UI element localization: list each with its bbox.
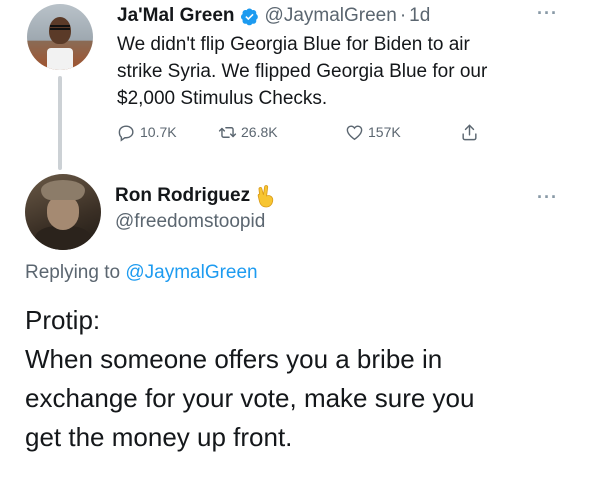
tweet1-text-line: We didn't flip Georgia Blue for Biden to… xyxy=(117,34,470,55)
tweet2-author-name[interactable]: Ron Rodriguez xyxy=(115,185,250,207)
reply-icon xyxy=(118,124,134,142)
avatar-glasses xyxy=(50,25,70,30)
tweet-thread: Ja'Mal Green @JaymalGreen · 1d ··· We di… xyxy=(0,0,590,480)
share-button[interactable] xyxy=(460,121,483,143)
avatar-face xyxy=(47,196,79,230)
replying-to-line: Replying to @JaymalGreen xyxy=(25,262,258,284)
tweet1-author-name[interactable]: Ja'Mal Green xyxy=(117,5,235,27)
replying-prefix: Replying to xyxy=(25,262,126,283)
tweet1-timestamp[interactable]: 1d xyxy=(409,5,430,27)
avatar-hat xyxy=(41,180,85,200)
avatar-shirt xyxy=(47,48,73,70)
thread-connector-line xyxy=(58,76,62,170)
tweet1-handle[interactable]: @JaymalGreen xyxy=(265,5,397,27)
tweet2-text-line: exchange for your vote, make sure you xyxy=(25,383,475,413)
tweet2-text-line: get the money up front. xyxy=(25,422,293,452)
retweet-button[interactable]: 26.8K xyxy=(218,121,278,143)
heart-icon xyxy=(346,124,363,140)
reply-button[interactable]: 10.7K xyxy=(117,121,177,143)
replying-to-link[interactable]: @JaymalGreen xyxy=(125,262,257,283)
tweet1-text-line: strike Syria. We flipped Georgia Blue fo… xyxy=(117,61,488,82)
retweet-count: 26.8K xyxy=(241,124,278,140)
retweet-icon xyxy=(218,126,237,138)
avatar-jamal-green[interactable] xyxy=(27,4,93,70)
tweet1-text: We didn't flip Georgia Blue for Biden to… xyxy=(117,31,572,112)
tweet1-text-line: $2,000 Stimulus Checks. xyxy=(117,88,328,109)
like-count: 157K xyxy=(368,124,401,140)
tweet2-handle[interactable]: @freedomstoopid xyxy=(115,211,265,233)
victory-hand-icon xyxy=(257,185,274,208)
tweet2-text-line: When someone offers you a bribe in xyxy=(25,344,443,374)
share-icon xyxy=(462,124,477,140)
reply-count: 10.7K xyxy=(140,124,177,140)
tweet1-header: Ja'Mal Green @JaymalGreen · 1d xyxy=(117,4,430,28)
avatar-ron-rodriguez[interactable] xyxy=(25,174,101,250)
avatar-face xyxy=(49,17,71,44)
tweet2-author: Ron Rodriguez xyxy=(115,184,276,208)
tweet2-more-menu-icon[interactable]: ··· xyxy=(537,188,558,206)
like-button[interactable]: 157K xyxy=(345,121,401,143)
tweet2-text-line: Protip: xyxy=(25,305,101,335)
verified-badge-icon xyxy=(240,7,258,25)
tweet1-more-menu-icon[interactable]: ··· xyxy=(537,4,558,22)
tweet2-text: Protip: When someone offers you a bribe … xyxy=(25,301,580,457)
tweet1-separator: · xyxy=(399,5,407,26)
